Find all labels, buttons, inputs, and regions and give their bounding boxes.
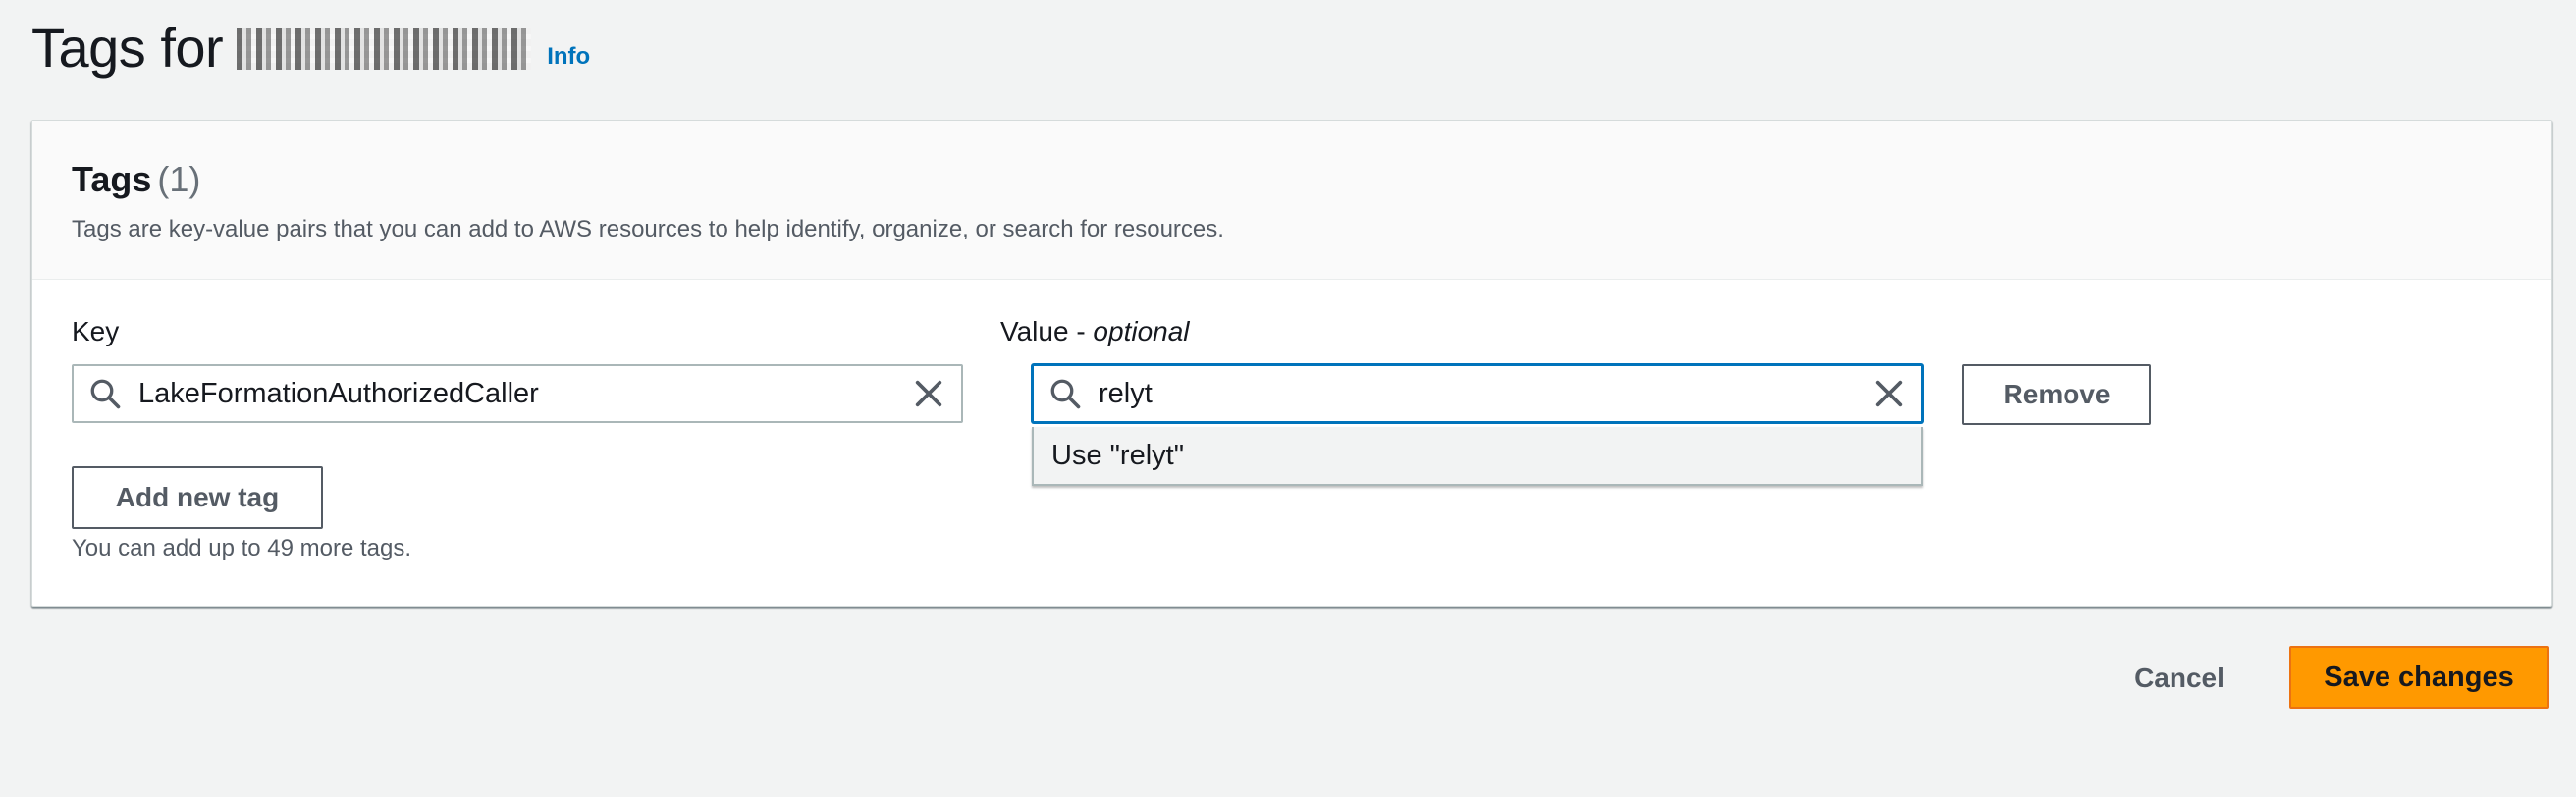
- suggestion-option[interactable]: Use "relyt": [1051, 440, 1184, 472]
- search-icon: [1050, 379, 1081, 409]
- value-label: Value - optional: [1000, 315, 1190, 348]
- cancel-button[interactable]: Cancel: [2115, 648, 2244, 709]
- info-link[interactable]: Info: [547, 43, 590, 71]
- tags-panel-title: Tags (1): [72, 158, 2512, 201]
- close-icon[interactable]: [1872, 377, 1905, 410]
- search-icon: [90, 379, 121, 409]
- add-new-tag-button[interactable]: Add new tag: [72, 466, 323, 529]
- key-label: Key: [72, 316, 120, 346]
- value-label-text: Value -: [1000, 316, 1094, 346]
- tag-value-value: relyt: [1099, 377, 1153, 409]
- page-title: Tags for: [31, 16, 224, 79]
- tags-panel-header: Tags (1) Tags are key-value pairs that yo…: [32, 121, 2551, 280]
- tags-title-text: Tags: [72, 159, 152, 199]
- tags-panel-body: Key Value - optional LakeFormationAuthor…: [32, 280, 2551, 604]
- value-suggestion-dropdown: Use "relyt": [1032, 427, 1923, 486]
- page-header: Tags for Info: [31, 8, 590, 86]
- tag-key-value: LakeFormationAuthorizedCaller: [138, 377, 539, 409]
- close-icon[interactable]: [912, 377, 945, 410]
- tags-panel: Tags (1) Tags are key-value pairs that yo…: [31, 120, 2552, 607]
- tags-count: (1): [157, 159, 201, 199]
- tag-limit-hint: You can add up to 49 more tags.: [72, 535, 412, 561]
- tag-value-input[interactable]: relyt: [1032, 364, 1923, 423]
- tag-key-input[interactable]: LakeFormationAuthorizedCaller: [72, 364, 963, 423]
- redacted-resource-name: [237, 28, 532, 70]
- tags-description: Tags are key-value pairs that you can ad…: [72, 216, 1224, 242]
- value-label-optional: optional: [1093, 316, 1190, 346]
- save-changes-button[interactable]: Save changes: [2289, 646, 2549, 709]
- remove-tag-button[interactable]: Remove: [1962, 364, 2151, 425]
